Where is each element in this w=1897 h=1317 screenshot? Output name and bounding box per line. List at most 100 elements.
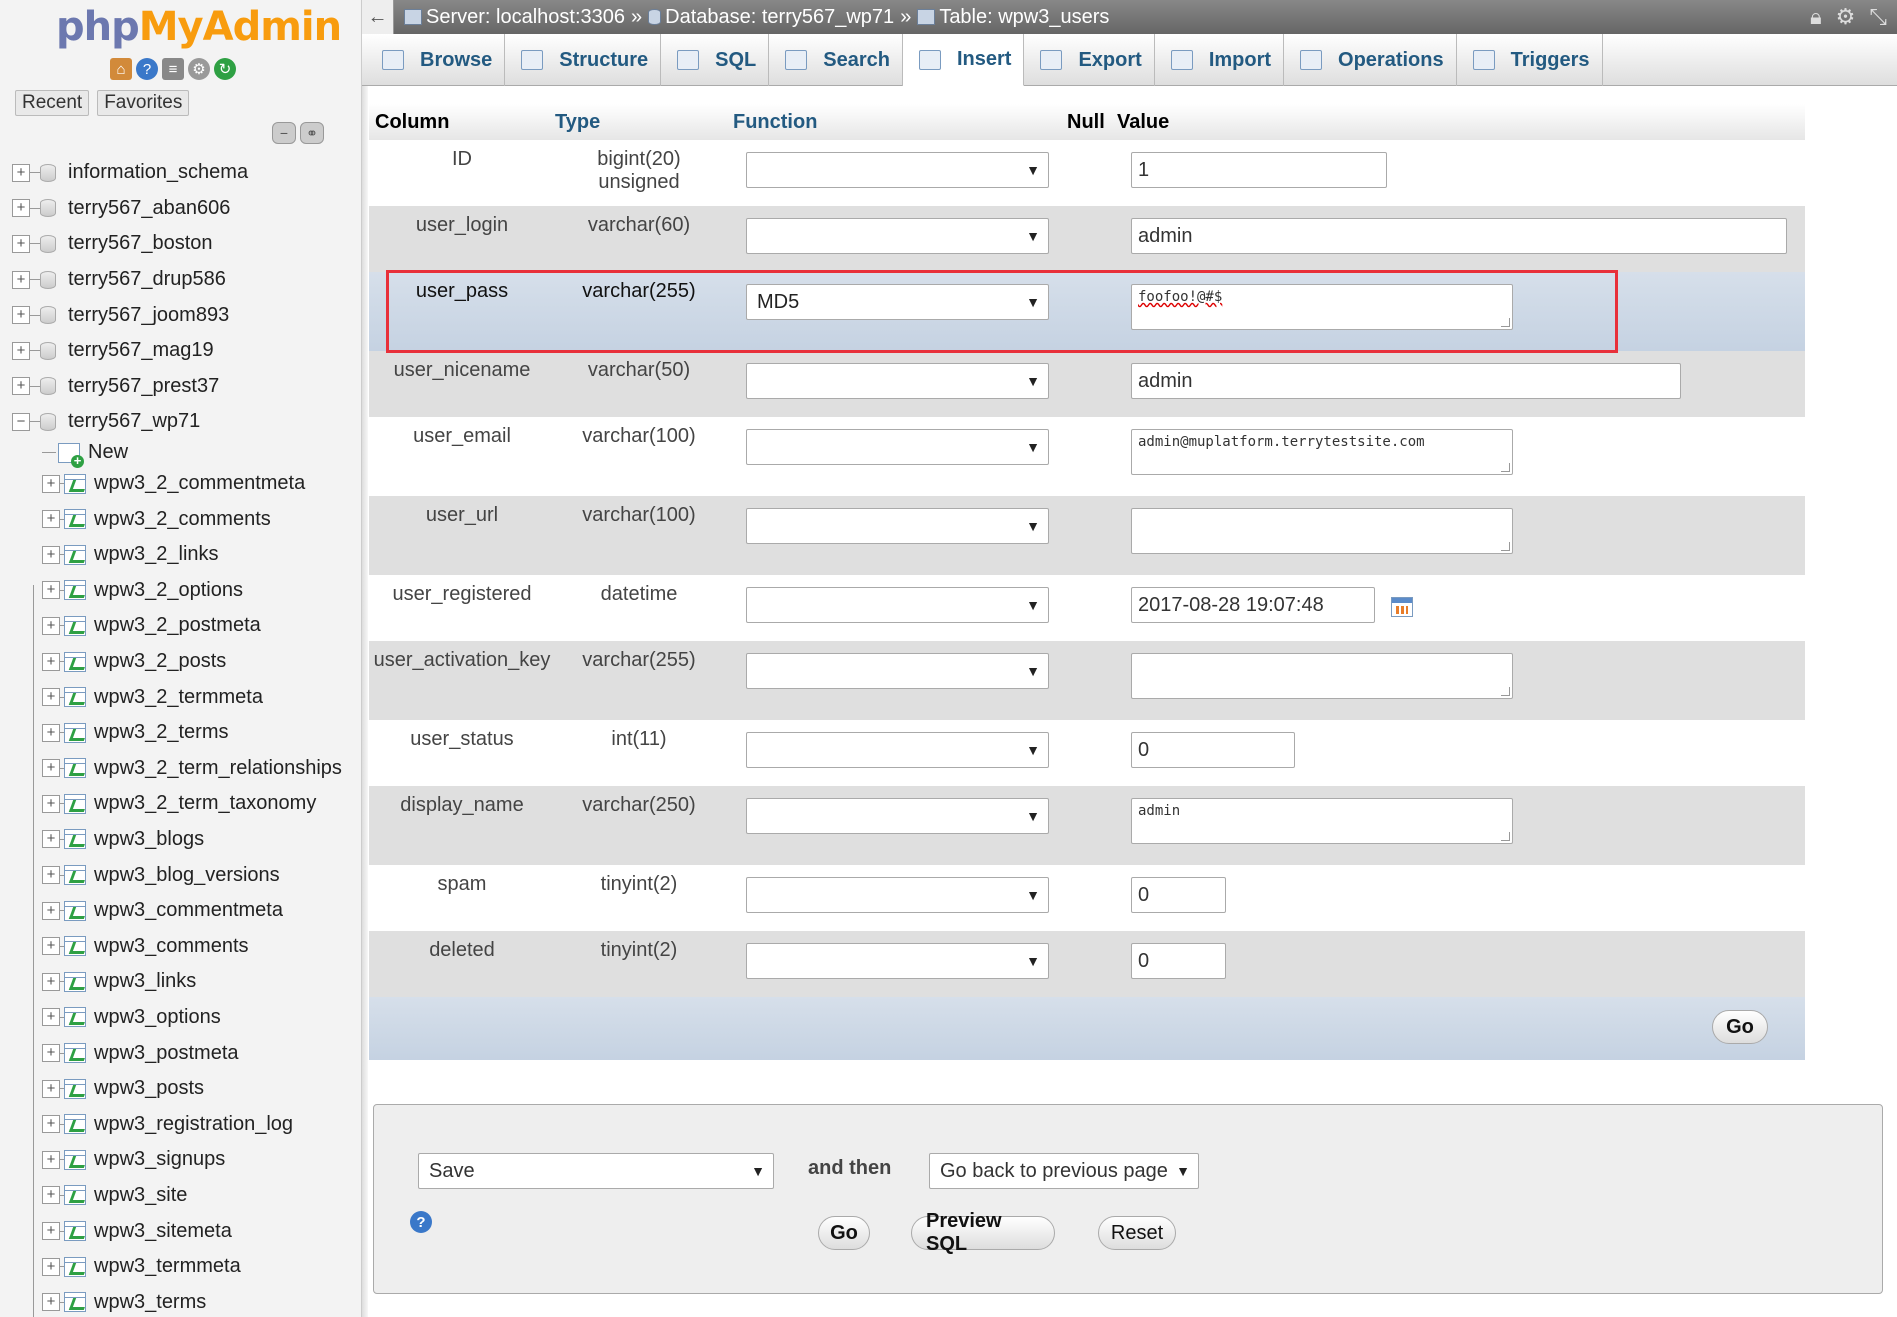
expand-icon[interactable]: + (12, 270, 30, 289)
database-name[interactable]: terry567_joom893 (68, 304, 229, 327)
expand-icon[interactable]: + (42, 474, 60, 493)
function-select[interactable]: ▼ (746, 152, 1049, 188)
database-item[interactable]: + terry567_mag19 (12, 333, 357, 369)
tab-insert[interactable]: Insert (903, 34, 1025, 86)
tab-triggers[interactable]: Triggers (1457, 34, 1603, 86)
table-item[interactable]: + wpw3_termmeta (12, 1249, 357, 1285)
table-name[interactable]: wpw3_2_terms (94, 721, 229, 744)
database-name[interactable]: terry567_prest37 (68, 375, 219, 398)
database-name[interactable]: terry567_mag19 (68, 339, 214, 362)
preview-sql-button[interactable]: Preview SQL (911, 1210, 1055, 1255)
table-name[interactable]: wpw3_options (94, 1006, 221, 1029)
database-item[interactable]: − terry567_wp71 (12, 404, 357, 440)
table-name[interactable]: wpw3_links (94, 970, 196, 993)
database-name[interactable]: information_schema (68, 161, 248, 184)
table-item[interactable]: + wpw3_comments (12, 928, 357, 964)
value-input[interactable]: 1 (1131, 152, 1387, 188)
table-item[interactable]: + wpw3_2_options (12, 573, 357, 609)
expand-icon[interactable]: + (42, 1150, 60, 1169)
expand-icon[interactable]: + (42, 1257, 60, 1276)
settings-icon[interactable]: ⚙ (188, 58, 210, 80)
value-textarea[interactable] (1131, 653, 1513, 699)
expand-icon[interactable]: + (42, 1079, 60, 1098)
docs-icon[interactable]: ≡ (162, 58, 184, 80)
table-item[interactable]: + wpw3_2_termmeta (12, 679, 357, 715)
go-button[interactable]: Go (818, 1216, 870, 1250)
expand-icon[interactable]: + (12, 234, 30, 253)
table-item[interactable]: + wpw3_blog_versions (12, 857, 357, 893)
phpmyadmin-logo[interactable]: phpMyAdmin (56, 4, 342, 50)
header-type[interactable]: Type (555, 111, 733, 134)
expand-icon[interactable]: + (42, 1008, 60, 1027)
expand-icon[interactable]: + (42, 1293, 60, 1312)
function-select[interactable]: ▼ (746, 798, 1049, 834)
expand-icon[interactable]: + (42, 972, 60, 991)
breadcrumb-server[interactable]: Server: localhost:3306 (426, 6, 625, 29)
database-name[interactable]: terry567_boston (68, 232, 213, 255)
settings-icon[interactable]: ⚙ (1836, 4, 1856, 30)
tab-structure[interactable]: Structure (505, 34, 662, 86)
expand-icon[interactable]: + (42, 545, 60, 564)
value-input[interactable]: 0 (1131, 877, 1226, 913)
expand-icon[interactable]: + (42, 616, 60, 635)
table-name[interactable]: wpw3_commentmeta (94, 899, 283, 922)
table-name[interactable]: wpw3_2_comments (94, 508, 271, 531)
database-item[interactable]: + information_schema (12, 155, 357, 191)
table-name[interactable]: wpw3_2_term_relationships (94, 757, 342, 780)
table-item[interactable]: + wpw3_terms (12, 1284, 357, 1317)
table-name[interactable]: wpw3_site (94, 1184, 187, 1207)
table-name[interactable]: wpw3_signups (94, 1148, 225, 1171)
database-item[interactable]: + terry567_drup586 (12, 262, 357, 298)
expand-icon[interactable]: + (42, 830, 60, 849)
function-select[interactable]: ▼ (746, 363, 1049, 399)
table-name[interactable]: wpw3_2_termmeta (94, 686, 263, 709)
table-name[interactable]: wpw3_sitemeta (94, 1220, 232, 1243)
database-item[interactable]: + terry567_aban606 (12, 191, 357, 227)
table-name[interactable]: wpw3_registration_log (94, 1113, 293, 1136)
table-item[interactable]: + wpw3_commentmeta (12, 893, 357, 929)
reset-button[interactable]: Reset (1098, 1216, 1176, 1250)
sidebar-resizer[interactable] (362, 0, 368, 1317)
database-item[interactable]: + terry567_boston (12, 226, 357, 262)
table-item[interactable]: + wpw3_2_postmeta (12, 608, 357, 644)
new-table-label[interactable]: New (88, 441, 128, 464)
table-item[interactable]: + wpw3_sitemeta (12, 1213, 357, 1249)
reload-icon[interactable]: ↻ (214, 58, 236, 80)
home-icon[interactable]: ⌂ (110, 58, 132, 80)
expand-icon[interactable]: + (42, 937, 60, 956)
table-item[interactable]: + wpw3_2_links (12, 537, 357, 573)
expand-icon[interactable]: + (42, 901, 60, 920)
table-name[interactable]: wpw3_postmeta (94, 1042, 239, 1065)
expand-icon[interactable]: + (42, 510, 60, 529)
expand-icon[interactable]: + (12, 306, 30, 325)
function-select[interactable]: ▼ (746, 429, 1049, 465)
function-select[interactable]: ▼ (746, 218, 1049, 254)
database-item[interactable]: + terry567_prest37 (12, 369, 357, 405)
expand-icon[interactable]: + (42, 723, 60, 742)
favorites-tab[interactable]: Favorites (97, 90, 190, 116)
function-select[interactable]: ▼ (746, 508, 1049, 544)
calendar-icon[interactable] (1391, 597, 1413, 617)
collapse-icon[interactable]: − (12, 412, 30, 431)
value-textarea[interactable]: admin (1131, 798, 1513, 844)
expand-icon[interactable]: + (42, 794, 60, 813)
save-select[interactable]: Save ▼ (418, 1153, 774, 1189)
function-select[interactable]: ▼ (746, 877, 1049, 913)
table-item[interactable]: + wpw3_2_commentmeta (12, 466, 357, 502)
function-select[interactable]: MD5 ▼ (746, 284, 1049, 320)
table-item[interactable]: + wpw3_2_term_taxonomy (12, 786, 357, 822)
breadcrumb-database[interactable]: Database: terry567_wp71 (665, 6, 894, 29)
breadcrumb-table[interactable]: Table: wpw3_users (939, 6, 1109, 29)
expand-icon[interactable]: + (42, 1044, 60, 1063)
database-name[interactable]: terry567_aban606 (68, 197, 230, 220)
table-name[interactable]: wpw3_2_term_taxonomy (94, 792, 316, 815)
tab-import[interactable]: Import (1155, 34, 1285, 86)
value-input[interactable]: 0 (1131, 732, 1295, 768)
lock-icon[interactable]: 🔒︎ (1810, 4, 1822, 30)
table-name[interactable]: wpw3_termmeta (94, 1255, 241, 1278)
link-with-main-icon[interactable]: ⚭ (300, 122, 324, 144)
table-item[interactable]: + wpw3_links (12, 964, 357, 1000)
tab-browse[interactable]: Browse (366, 34, 506, 86)
expand-icon[interactable]: + (42, 688, 60, 707)
expand-icon[interactable]: + (12, 377, 30, 396)
